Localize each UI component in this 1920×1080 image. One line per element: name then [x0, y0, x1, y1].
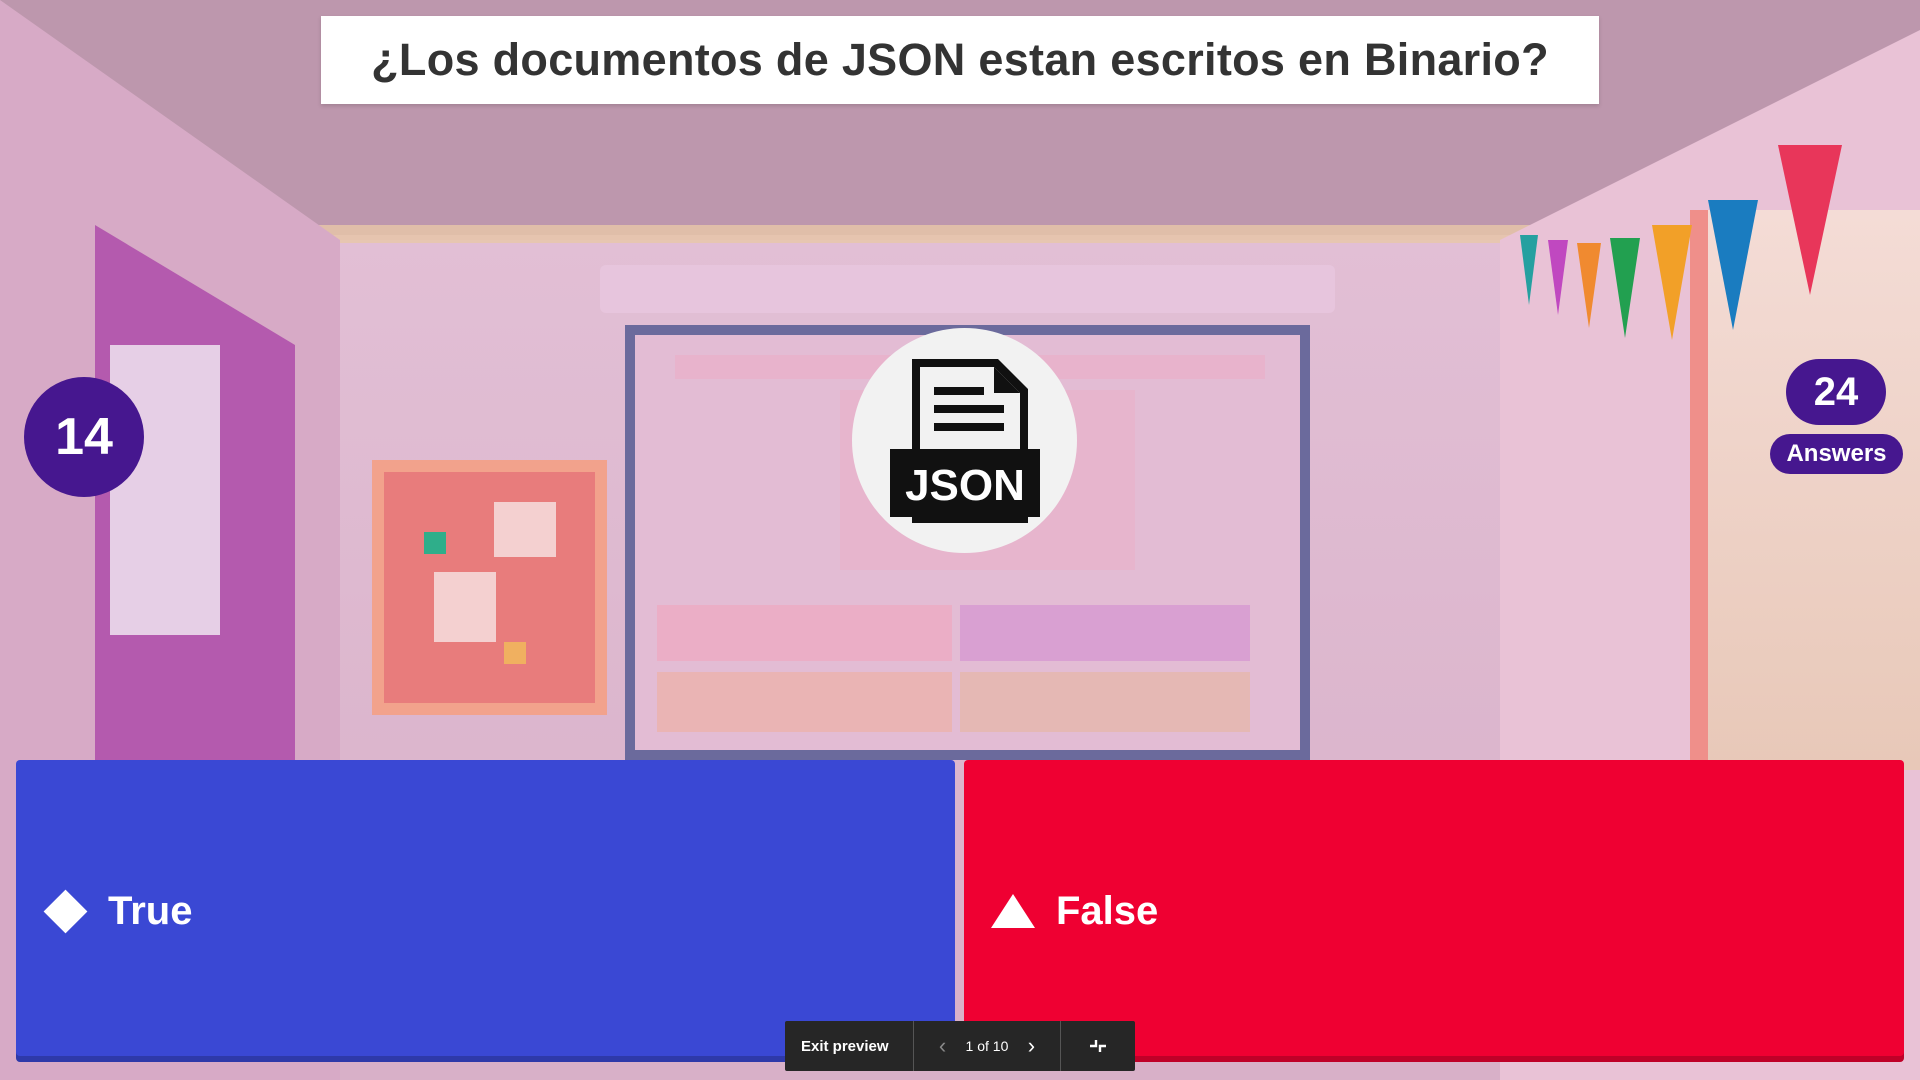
- answer-label: True: [108, 888, 193, 933]
- question-text: ¿Los documentos de JSON estan escritos e…: [371, 34, 1549, 85]
- answers-label: Answers: [1770, 434, 1903, 474]
- json-label: JSON: [905, 461, 1025, 510]
- triangle-icon: [988, 886, 1038, 936]
- diamond-icon: [40, 886, 90, 936]
- page-indicator: 1 of 10: [965, 1038, 1009, 1054]
- answer-true-button[interactable]: True: [16, 760, 955, 1062]
- collapse-icon: [1090, 1040, 1107, 1052]
- countdown-timer: 14: [24, 377, 144, 497]
- collapse-button[interactable]: [1061, 1021, 1135, 1071]
- preview-toolbar: Exit preview ‹ 1 of 10 ›: [785, 1021, 1135, 1071]
- answer-label: False: [1056, 888, 1159, 933]
- answer-false-button[interactable]: False: [964, 760, 1904, 1062]
- chevron-right-icon[interactable]: ›: [1018, 1033, 1044, 1059]
- question-card: ¿Los documentos de JSON estan escritos e…: [321, 16, 1599, 104]
- slide-navigation: ‹ 1 of 10 ›: [914, 1021, 1062, 1071]
- json-file-icon: JSON: [889, 358, 1040, 523]
- chevron-left-icon[interactable]: ‹: [930, 1033, 956, 1059]
- exit-preview-button[interactable]: Exit preview: [785, 1021, 914, 1071]
- answers-count: 24: [1786, 359, 1886, 425]
- question-image: JSON: [852, 328, 1077, 553]
